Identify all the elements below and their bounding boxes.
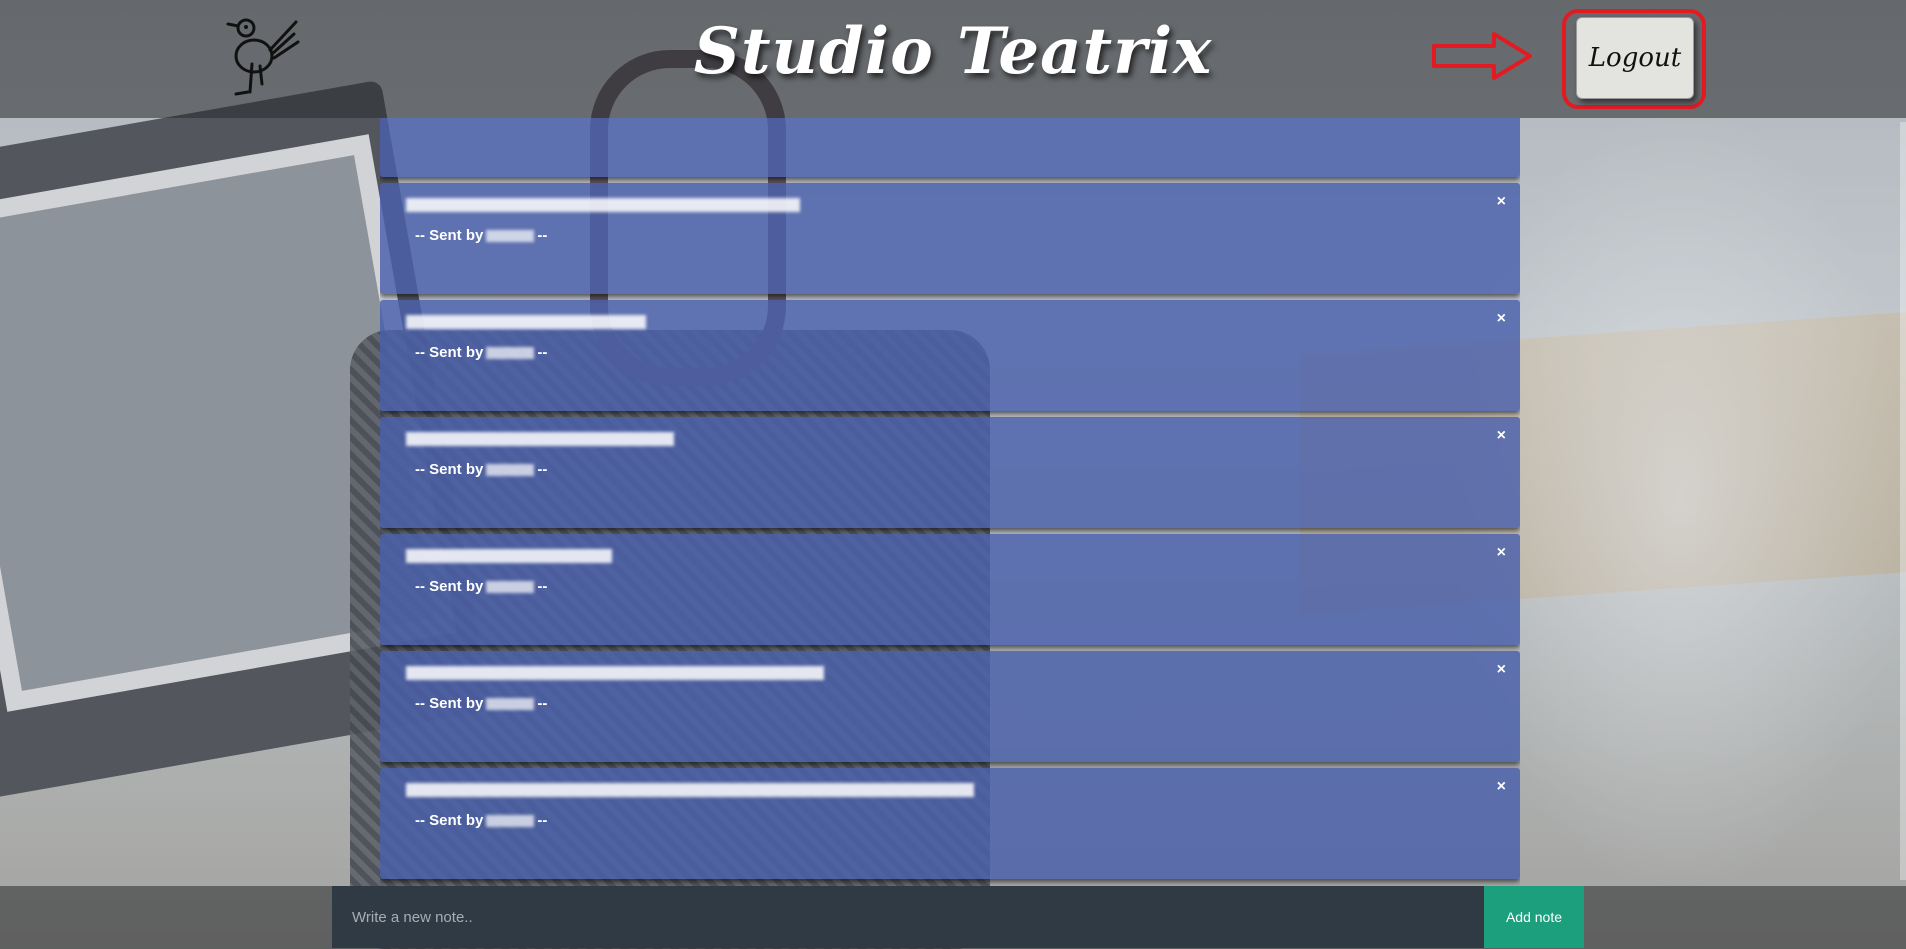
note-text (406, 664, 824, 680)
note-text (406, 781, 974, 797)
note-sender: -- Sent by -- (415, 578, 548, 595)
note-card: -- Sent by -- × (380, 651, 1520, 762)
note-card: -- Sent by -- × (380, 183, 1520, 294)
note-card: -- Sent by -- × (380, 300, 1520, 411)
note-sender: -- Sent by -- (415, 344, 548, 361)
note-text (406, 313, 646, 329)
sender-name (486, 698, 535, 711)
sender-name (486, 347, 535, 360)
scrollbar[interactable] (1900, 122, 1906, 880)
sender-name (486, 815, 535, 828)
close-icon[interactable]: × (1497, 544, 1506, 562)
sender-name (486, 230, 535, 243)
note-card (380, 118, 1520, 177)
sender-name (486, 581, 535, 594)
notes-list: -- Sent by -- × -- Sent by -- × -- Sent by… (380, 118, 1520, 886)
close-icon[interactable]: × (1497, 193, 1506, 211)
note-sender: -- Sent by -- (415, 227, 548, 244)
close-icon[interactable]: × (1497, 310, 1506, 328)
header-bar: Studio Teatrix Logout (0, 0, 1906, 118)
red-arrow-icon (1432, 32, 1532, 80)
note-text (406, 547, 612, 563)
close-icon[interactable]: × (1497, 778, 1506, 796)
note-sender: -- Sent by -- (415, 461, 548, 478)
add-note-button[interactable]: Add note (1484, 886, 1584, 948)
logout-button[interactable]: Logout (1576, 17, 1694, 99)
note-sender: -- Sent by -- (415, 812, 548, 829)
note-text (406, 430, 674, 446)
sender-name (486, 464, 535, 477)
note-card: -- Sent by -- × (380, 768, 1520, 879)
note-card: -- Sent by -- × (380, 534, 1520, 645)
close-icon[interactable]: × (1497, 661, 1506, 679)
new-note-input[interactable] (332, 886, 1484, 948)
note-sender: -- Sent by -- (415, 695, 548, 712)
note-card: -- Sent by -- × (380, 417, 1520, 528)
close-icon[interactable]: × (1497, 427, 1506, 445)
note-text (406, 196, 800, 212)
